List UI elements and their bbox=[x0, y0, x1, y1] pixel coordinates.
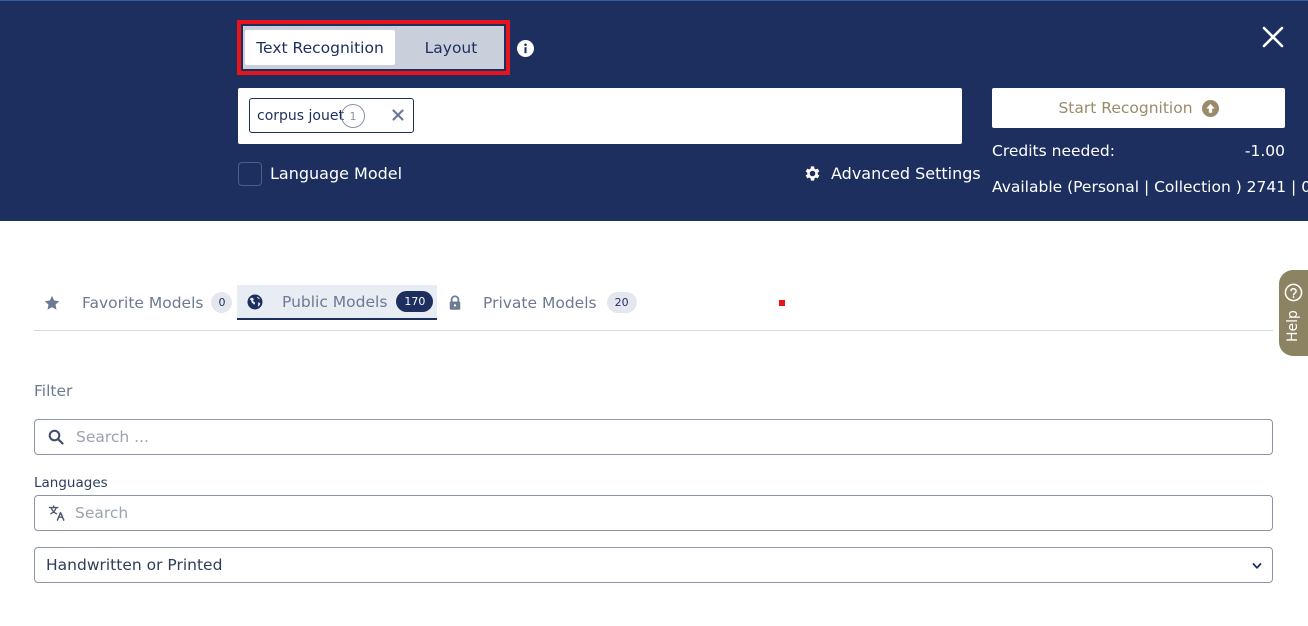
model-chip-count: 1 bbox=[341, 104, 365, 128]
tab-public-models-label: Public Models bbox=[282, 292, 388, 311]
marker-dot bbox=[779, 300, 785, 306]
credits-needed-label: Credits needed: bbox=[992, 142, 1115, 160]
gear-icon bbox=[805, 166, 820, 181]
model-search-field[interactable] bbox=[34, 419, 1273, 455]
advanced-settings-button[interactable]: Advanced Settings bbox=[803, 164, 981, 183]
filter-heading: Filter bbox=[34, 382, 73, 400]
advanced-settings-label: Advanced Settings bbox=[831, 164, 981, 183]
languages-label: Languages bbox=[34, 475, 108, 491]
tab-private-models-label: Private Models bbox=[483, 293, 597, 312]
tab-public-models-count: 170 bbox=[396, 291, 434, 312]
chevron-down-icon bbox=[1252, 563, 1262, 569]
close-icon[interactable] bbox=[1258, 22, 1288, 52]
languages-search-input[interactable] bbox=[75, 504, 1225, 522]
languages-search-field[interactable] bbox=[34, 495, 1273, 531]
search-icon bbox=[48, 429, 64, 445]
help-tab[interactable]: Help bbox=[1279, 270, 1308, 356]
start-recognition-button[interactable]: Start Recognition bbox=[992, 88, 1285, 128]
help-icon bbox=[1284, 283, 1303, 302]
info-icon[interactable] bbox=[517, 40, 534, 57]
globe-icon bbox=[247, 294, 263, 309]
language-model-checkbox[interactable] bbox=[238, 162, 262, 186]
tab-favorite-models-count: 0 bbox=[211, 292, 233, 313]
tab-favorite-models[interactable]: Favorite Models 0 bbox=[43, 285, 233, 320]
script-type-select-value: Handwritten or Printed bbox=[46, 556, 223, 574]
remove-model-icon[interactable] bbox=[390, 107, 406, 123]
star-icon bbox=[44, 295, 60, 310]
model-tabs: Favorite Models 0 Public Models 170 Priv… bbox=[34, 285, 1273, 331]
tab-text-recognition[interactable]: Text Recognition bbox=[245, 30, 395, 65]
mode-toggle: Text Recognition Layout bbox=[243, 26, 504, 69]
language-model-label: Language Model bbox=[270, 164, 403, 183]
tab-favorite-models-label: Favorite Models bbox=[82, 293, 204, 312]
translate-icon bbox=[48, 505, 65, 521]
lock-icon bbox=[449, 294, 461, 310]
selected-models-field[interactable]: corpus jouet 1 bbox=[238, 88, 962, 144]
model-chip-label: corpus jouet bbox=[257, 107, 344, 124]
script-type-select[interactable]: Handwritten or Printed bbox=[34, 547, 1273, 583]
start-recognition-label: Start Recognition bbox=[1058, 99, 1193, 117]
tab-public-models[interactable]: Public Models 170 bbox=[237, 285, 437, 320]
upload-circle-icon bbox=[1201, 99, 1219, 117]
tab-layout[interactable]: Layout bbox=[401, 30, 501, 65]
help-label: Help bbox=[1285, 310, 1301, 342]
recognition-header: Text Recognition Layout corpus jouet 1 L… bbox=[0, 0, 1308, 221]
available-credits: Available (Personal | Collection ) 2741 … bbox=[992, 178, 1308, 196]
model-chip: corpus jouet 1 bbox=[249, 98, 414, 133]
credits-needed-value: -1.00 bbox=[1244, 142, 1285, 160]
tab-private-models-count: 20 bbox=[606, 292, 637, 313]
tab-private-models[interactable]: Private Models 20 bbox=[446, 285, 637, 320]
model-search-input[interactable] bbox=[76, 428, 1226, 446]
